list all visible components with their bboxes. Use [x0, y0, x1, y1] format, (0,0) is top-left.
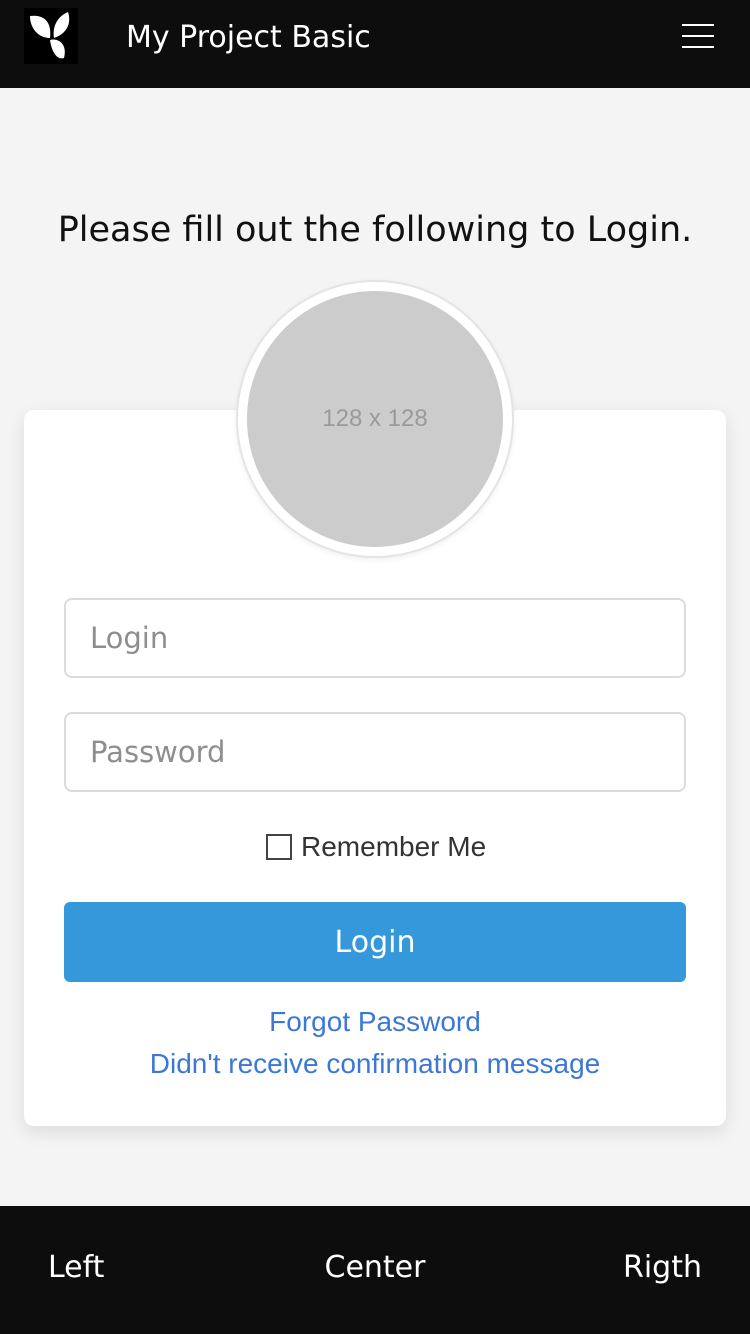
login-button[interactable]: Login — [64, 902, 686, 982]
forgot-password-link[interactable]: Forgot Password — [0, 1006, 750, 1038]
remember-me[interactable]: Remember Me — [266, 830, 486, 864]
bottom-bar: Left Center Rigth — [0, 1206, 750, 1334]
page-heading: Please fill out the following to Login. — [57, 210, 693, 250]
brand-title[interactable]: My Project Basic — [126, 18, 371, 58]
avatar-placeholder-text: 128 x 128 — [322, 405, 428, 432]
remember-me-label: Remember Me — [301, 831, 487, 862]
yii-logo-icon[interactable] — [24, 8, 78, 64]
top-navbar: My Project Basic — [0, 0, 750, 88]
avatar: 128 x 128 — [236, 280, 514, 558]
password-input[interactable] — [64, 712, 686, 792]
remember-me-checkbox[interactable] — [266, 834, 292, 860]
avatar-placeholder-image: 128 x 128 — [247, 291, 503, 547]
footer-right-item[interactable]: Rigth — [623, 1248, 702, 1288]
login-input[interactable] — [64, 598, 686, 678]
resend-confirmation-link[interactable]: Didn't receive confirmation message — [0, 1048, 750, 1080]
hamburger-menu-icon[interactable] — [680, 22, 716, 50]
